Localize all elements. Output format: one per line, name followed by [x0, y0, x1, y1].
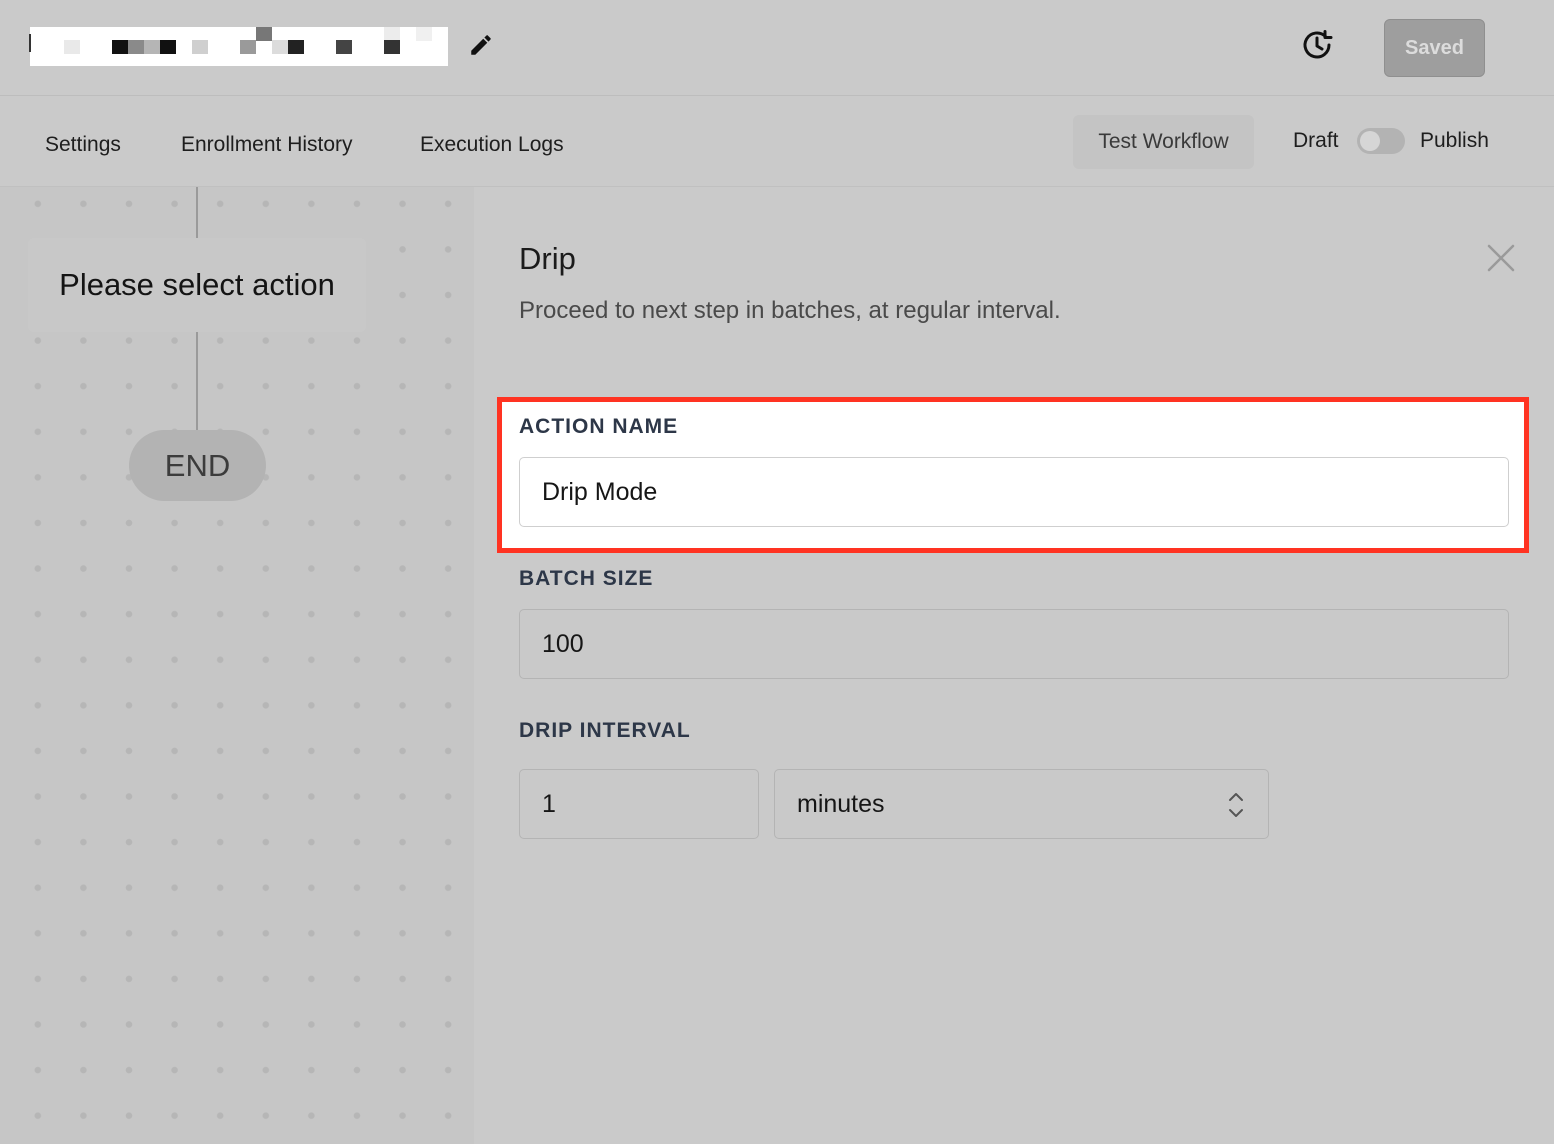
workflow-name-redacted[interactable] [30, 27, 448, 66]
draft-label: Draft [1293, 129, 1339, 152]
panel-title: Drip [519, 241, 576, 276]
chevron-up-down-icon [1229, 793, 1243, 817]
saved-button[interactable]: Saved [1384, 19, 1485, 77]
connector-line [196, 332, 198, 430]
connector-line [196, 187, 198, 238]
text-caret [29, 34, 31, 52]
interval-unit-select[interactable]: minutes [774, 769, 1269, 839]
tab-settings[interactable]: Settings [45, 133, 121, 157]
toggle-knob [1360, 131, 1380, 151]
test-workflow-button[interactable]: Test Workflow [1073, 115, 1254, 169]
tab-enrollment-history[interactable]: Enrollment History [181, 133, 353, 157]
drip-interval-input[interactable]: 1 [519, 769, 759, 839]
interval-unit-value: minutes [797, 789, 885, 818]
batch-size-label: BATCH SIZE [519, 567, 654, 590]
batch-size-input[interactable]: 100 [519, 609, 1509, 679]
tab-execution-logs[interactable]: Execution Logs [420, 133, 564, 157]
drip-interval-label: DRIP INTERVAL [519, 719, 691, 742]
close-icon[interactable] [1486, 243, 1516, 273]
workflow-canvas[interactable]: Please select action END [0, 187, 474, 1144]
action-name-input[interactable]: Drip Mode [519, 457, 1509, 527]
action-name-value: Drip Mode [542, 477, 658, 506]
pencil-icon[interactable] [468, 32, 494, 58]
top-bar: Saved [0, 0, 1554, 96]
publish-toggle[interactable] [1357, 128, 1405, 154]
end-node: END [129, 430, 266, 501]
action-name-label: ACTION NAME [519, 415, 679, 438]
tab-bar: Settings Enrollment History Execution Lo… [0, 97, 1554, 187]
drip-interval-value: 1 [542, 789, 556, 818]
publish-label: Publish [1420, 129, 1489, 152]
panel-description: Proceed to next step in batches, at regu… [519, 297, 1061, 324]
action-node[interactable]: Please select action [28, 238, 366, 332]
batch-size-value: 100 [542, 629, 584, 658]
history-icon[interactable] [1298, 26, 1336, 64]
